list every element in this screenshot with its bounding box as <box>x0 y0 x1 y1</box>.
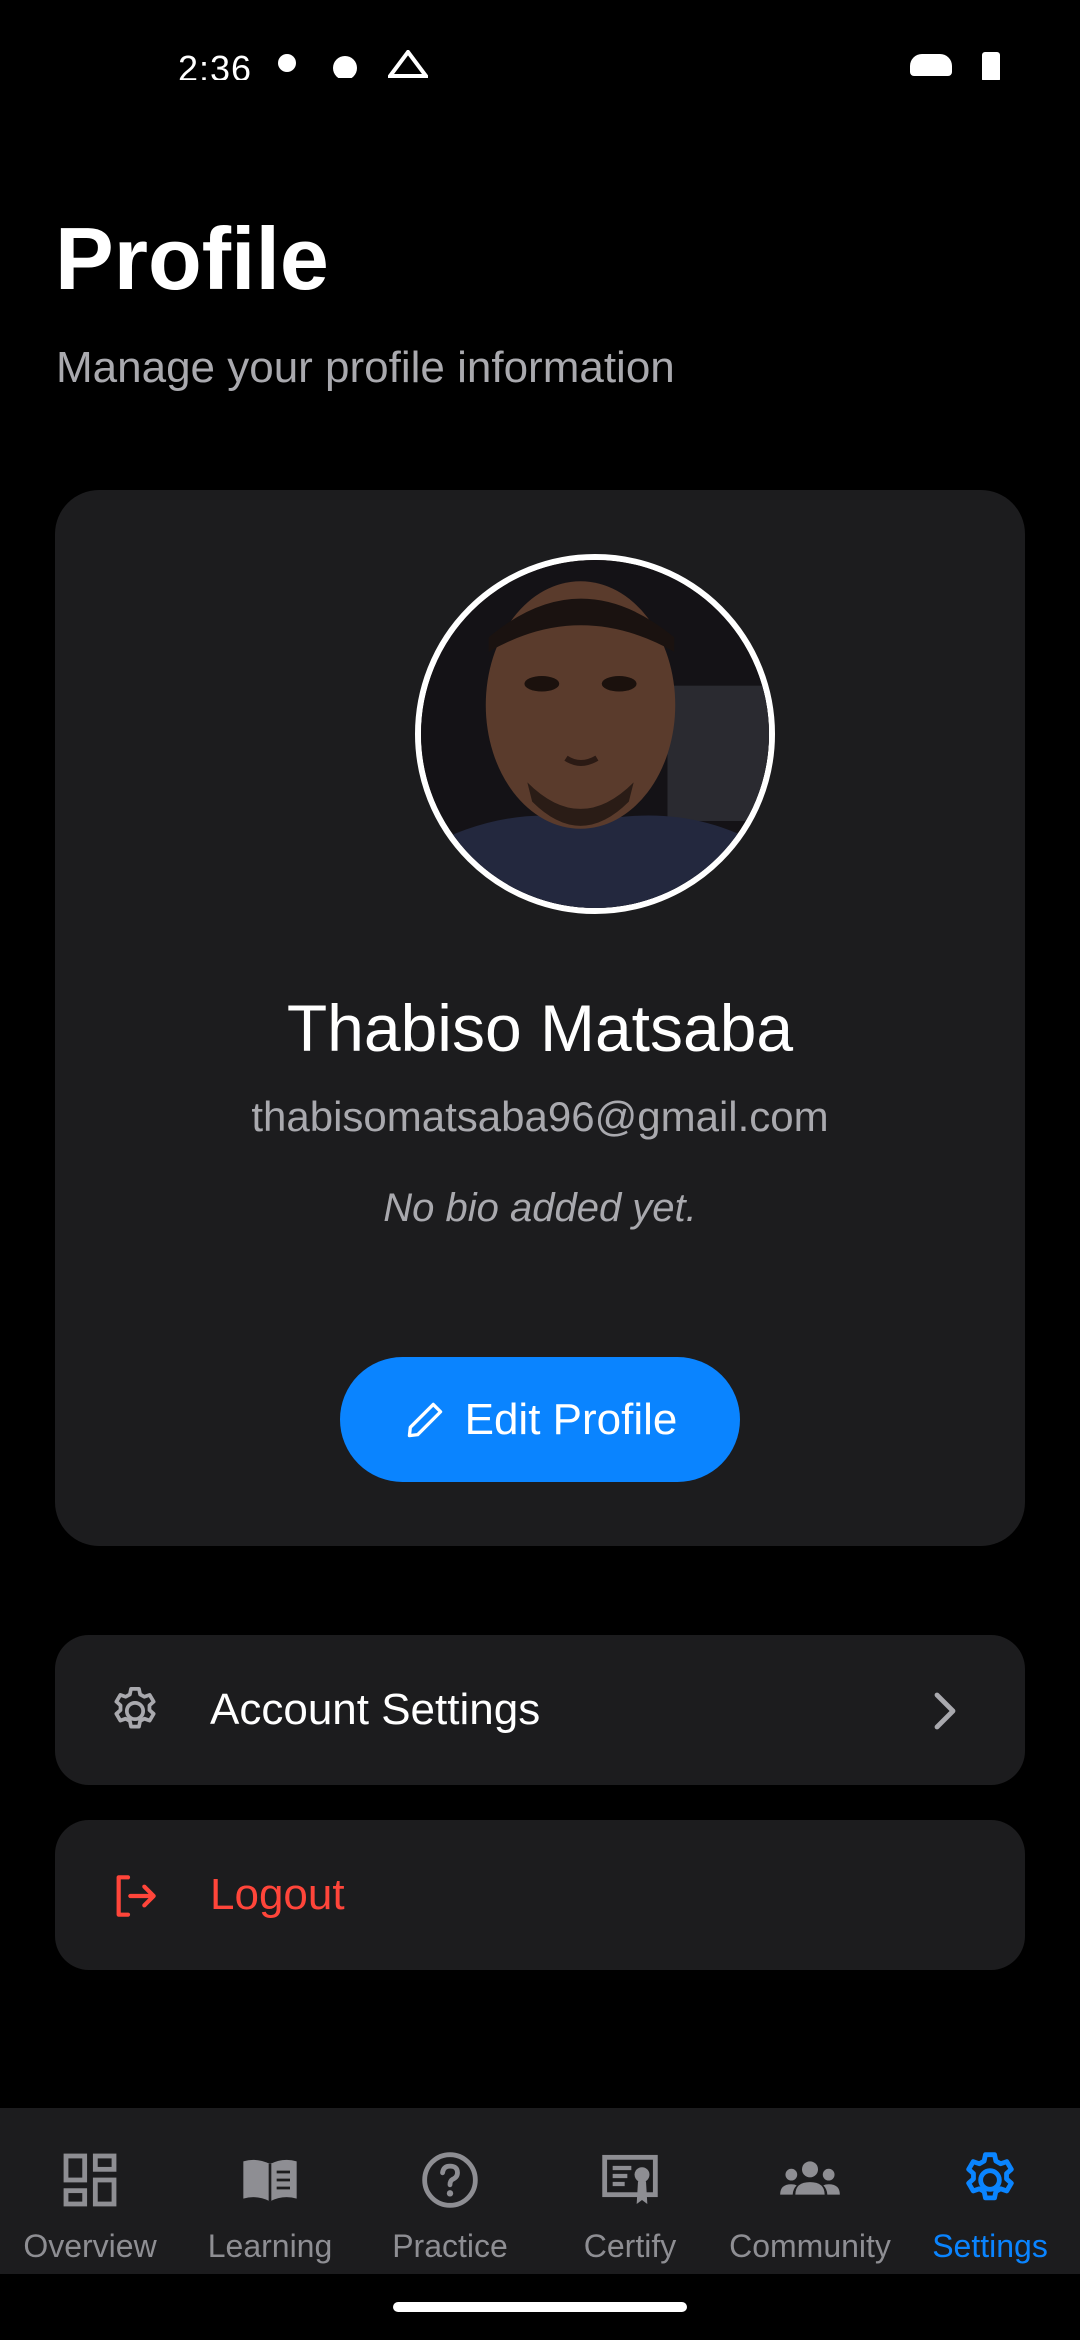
status-bar: 2:36 <box>0 0 1080 80</box>
tab-community-label: Community <box>729 2228 891 2264</box>
dashboard-icon <box>63 2153 117 2207</box>
chevron-right-icon <box>934 1692 956 1730</box>
profile-card: Thabiso Matsaba thabisomatsaba96@gmail.c… <box>55 490 1025 1546</box>
page-subtitle: Manage your profile information <box>56 343 675 392</box>
status-time: 2:36 <box>178 48 253 80</box>
tab-certify[interactable]: Certify <box>540 2108 720 2274</box>
logout-icon <box>116 1875 156 1917</box>
certificate-icon <box>602 2154 658 2204</box>
tab-practice[interactable]: Practice <box>360 2108 540 2274</box>
battery-icon <box>982 52 1000 80</box>
edit-profile-button[interactable]: Edit Profile <box>340 1357 740 1482</box>
gear-icon <box>966 2152 1014 2201</box>
tab-community[interactable]: Community <box>720 2108 900 2274</box>
avatar-photo <box>421 560 769 908</box>
logout-row[interactable]: Logout <box>55 1820 1025 1970</box>
profile-bio: No bio added yet. <box>383 1186 697 1230</box>
wifi-icon <box>910 54 952 76</box>
avatar <box>415 554 775 914</box>
people-icon <box>780 2161 840 2195</box>
tab-certify-label: Certify <box>583 2228 677 2264</box>
book-icon <box>243 2159 297 2202</box>
tab-learning-label: Learning <box>207 2228 333 2264</box>
pencil-icon <box>407 1402 442 1437</box>
tab-learning[interactable]: Learning <box>180 2108 360 2274</box>
notification-dot-icon <box>278 54 296 72</box>
account-settings-label: Account Settings <box>210 1685 541 1734</box>
tab-overview[interactable]: Overview <box>0 2108 180 2274</box>
home-indicator[interactable] <box>393 2302 687 2312</box>
profile-name: Thabiso Matsaba <box>286 991 794 1065</box>
account-settings-row[interactable]: Account Settings <box>55 1635 1025 1785</box>
tab-settings-label: Settings <box>932 2228 1048 2264</box>
alert-notification-icon <box>388 50 428 78</box>
profile-email: thabisomatsaba96@gmail.com <box>251 1093 829 1140</box>
edit-profile-label: Edit Profile <box>464 1394 678 1444</box>
bottom-tab-bar: Overview Learning Practice Certify Commu… <box>0 2108 1080 2274</box>
logout-label: Logout <box>210 1870 345 1919</box>
tab-overview-label: Overview <box>23 2228 157 2264</box>
page-title: Profile <box>55 209 329 308</box>
tab-practice-label: Practice <box>392 2228 508 2264</box>
settings-notification-icon <box>333 56 357 78</box>
help-circle-icon <box>422 2152 478 2208</box>
status-indicators <box>910 52 1000 80</box>
gear-icon <box>114 1686 156 1729</box>
tab-settings[interactable]: Settings <box>900 2108 1080 2274</box>
